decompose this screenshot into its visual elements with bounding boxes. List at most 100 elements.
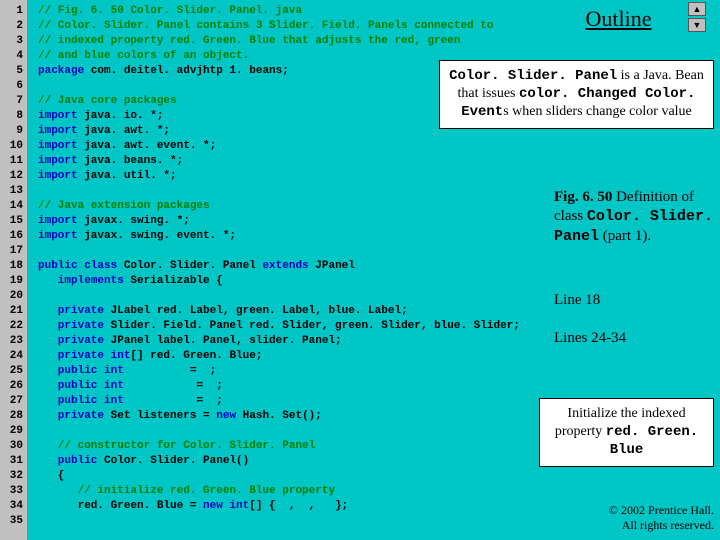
line-number: 7 <box>0 94 27 109</box>
code-keyword: import <box>38 170 78 182</box>
line-number: 19 <box>0 274 27 289</box>
line-number: 13 <box>0 184 27 199</box>
code-comment: // constructor for Color. Slider. Panel <box>38 440 315 452</box>
line-number: 28 <box>0 409 27 424</box>
line-number: 34 <box>0 499 27 514</box>
line-number: 15 <box>0 214 27 229</box>
line-number: 14 <box>0 199 27 214</box>
code-keyword: public int <box>38 365 124 377</box>
line-number: 10 <box>0 139 27 154</box>
line-number: 3 <box>0 34 27 49</box>
code-keyword: import <box>38 230 78 242</box>
line-number: 2 <box>0 19 27 34</box>
callout-code-text: Color. Slider. Panel <box>449 68 617 84</box>
code-text: JPanel <box>309 260 355 272</box>
code-text: javax. swing. *; <box>78 215 190 227</box>
callout-code-text: red. Green. Blue <box>606 424 698 458</box>
callout-text: s when sliders change color value <box>503 104 692 119</box>
line-number: 20 <box>0 289 27 304</box>
code-keyword: private int <box>38 350 130 362</box>
line-number: 25 <box>0 364 27 379</box>
code-keyword: private <box>38 410 111 422</box>
code-text: { <box>38 470 64 482</box>
code-keyword: import <box>38 140 78 152</box>
code-text: com. deitel. advjhtp 1. beans; <box>84 65 289 77</box>
code-keyword: private <box>38 335 104 347</box>
code-text: = ; <box>124 380 223 392</box>
code-keyword: public int <box>38 380 124 392</box>
line-number: 35 <box>0 514 27 529</box>
code-text: JLabel red. Label, green. Label, blue. L… <box>104 305 408 317</box>
code-comment: // Color. Slider. Panel contains 3 Slide… <box>38 20 493 32</box>
line-number: 12 <box>0 169 27 184</box>
code-keyword: public <box>38 455 97 467</box>
code-text: [] { , , }; <box>249 500 348 512</box>
code-keyword: import <box>38 125 78 137</box>
line-number: 22 <box>0 319 27 334</box>
callout-initialize: Initialize the indexed property red. Gre… <box>539 398 714 467</box>
code-keyword: import <box>38 110 78 122</box>
line-number: 21 <box>0 304 27 319</box>
right-panel: Outline <box>521 0 716 42</box>
copyright: © 2002 Prentice Hall. All rights reserve… <box>609 503 714 532</box>
code-keyword: implements <box>38 275 124 287</box>
line-number: 9 <box>0 124 27 139</box>
line-number: 31 <box>0 454 27 469</box>
code-keyword: new <box>216 410 236 422</box>
line-number: 1 <box>0 4 27 19</box>
code-keyword: import <box>38 155 78 167</box>
line-number: 6 <box>0 79 27 94</box>
line-number: 23 <box>0 334 27 349</box>
code-text: JPanel label. Panel, slider. Panel; <box>104 335 342 347</box>
line-number: 17 <box>0 244 27 259</box>
code-text: java. beans. *; <box>78 155 184 167</box>
code-text: java. awt. *; <box>78 125 170 137</box>
outline-heading: Outline <box>521 6 716 32</box>
code-text: Set listeners = <box>111 410 217 422</box>
line-number: 11 <box>0 154 27 169</box>
line-ref-18: Line 18 <box>554 292 714 309</box>
line-number: 18 <box>0 259 27 274</box>
code-comment: // Fig. 6. 50 Color. Slider. Panel. java <box>38 5 302 17</box>
line-number: 32 <box>0 469 27 484</box>
line-ref-24-34: Lines 24-34 <box>554 330 714 347</box>
code-text: = ; <box>124 365 216 377</box>
line-number-gutter: 1 2 3 4 5 6 7 8 9 10 11 12 13 14 15 16 1… <box>0 0 28 540</box>
figure-text: (part 1). <box>599 228 651 244</box>
code-comment: // and blue colors of an object. <box>38 50 249 62</box>
line-number: 33 <box>0 484 27 499</box>
code-text: java. io. *; <box>78 110 164 122</box>
code-keyword: public class <box>38 260 117 272</box>
line-number: 24 <box>0 349 27 364</box>
code-text: javax. swing. event. *; <box>78 230 236 242</box>
code-keyword: private <box>38 305 104 317</box>
line-number: 16 <box>0 229 27 244</box>
code-keyword: new int <box>203 500 249 512</box>
code-keyword: package <box>38 65 84 77</box>
line-number: 4 <box>0 49 27 64</box>
code-comment: // indexed property red. Green. Blue tha… <box>38 35 460 47</box>
code-comment: // Java extension packages <box>38 200 210 212</box>
line-number: 26 <box>0 379 27 394</box>
code-text: red. Green. Blue = <box>38 500 203 512</box>
figure-number: Fig. 6. 50 <box>554 189 612 205</box>
code-text: Color. Slider. Panel() <box>97 455 249 467</box>
line-number: 30 <box>0 439 27 454</box>
code-text: Slider. Field. Panel red. Slider, green.… <box>104 320 520 332</box>
copyright-line1: © 2002 Prentice Hall. <box>609 503 714 517</box>
code-keyword: private <box>38 320 104 332</box>
code-text: java. util. *; <box>78 170 177 182</box>
code-comment: // initialize red. Green. Blue property <box>38 485 335 497</box>
copyright-line2: All rights reserved. <box>609 518 714 532</box>
callout-description: Color. Slider. Panel is a Java. Bean tha… <box>439 60 714 129</box>
line-number: 5 <box>0 64 27 79</box>
code-text: = ; <box>124 395 223 407</box>
line-number: 29 <box>0 424 27 439</box>
line-number: 8 <box>0 109 27 124</box>
code-text: Color. Slider. Panel <box>117 260 262 272</box>
code-text: Serializable { <box>124 275 223 287</box>
line-number: 27 <box>0 394 27 409</box>
code-text: Hash. Set(); <box>236 410 322 422</box>
code-keyword: public int <box>38 395 124 407</box>
code-keyword: extends <box>262 260 308 272</box>
